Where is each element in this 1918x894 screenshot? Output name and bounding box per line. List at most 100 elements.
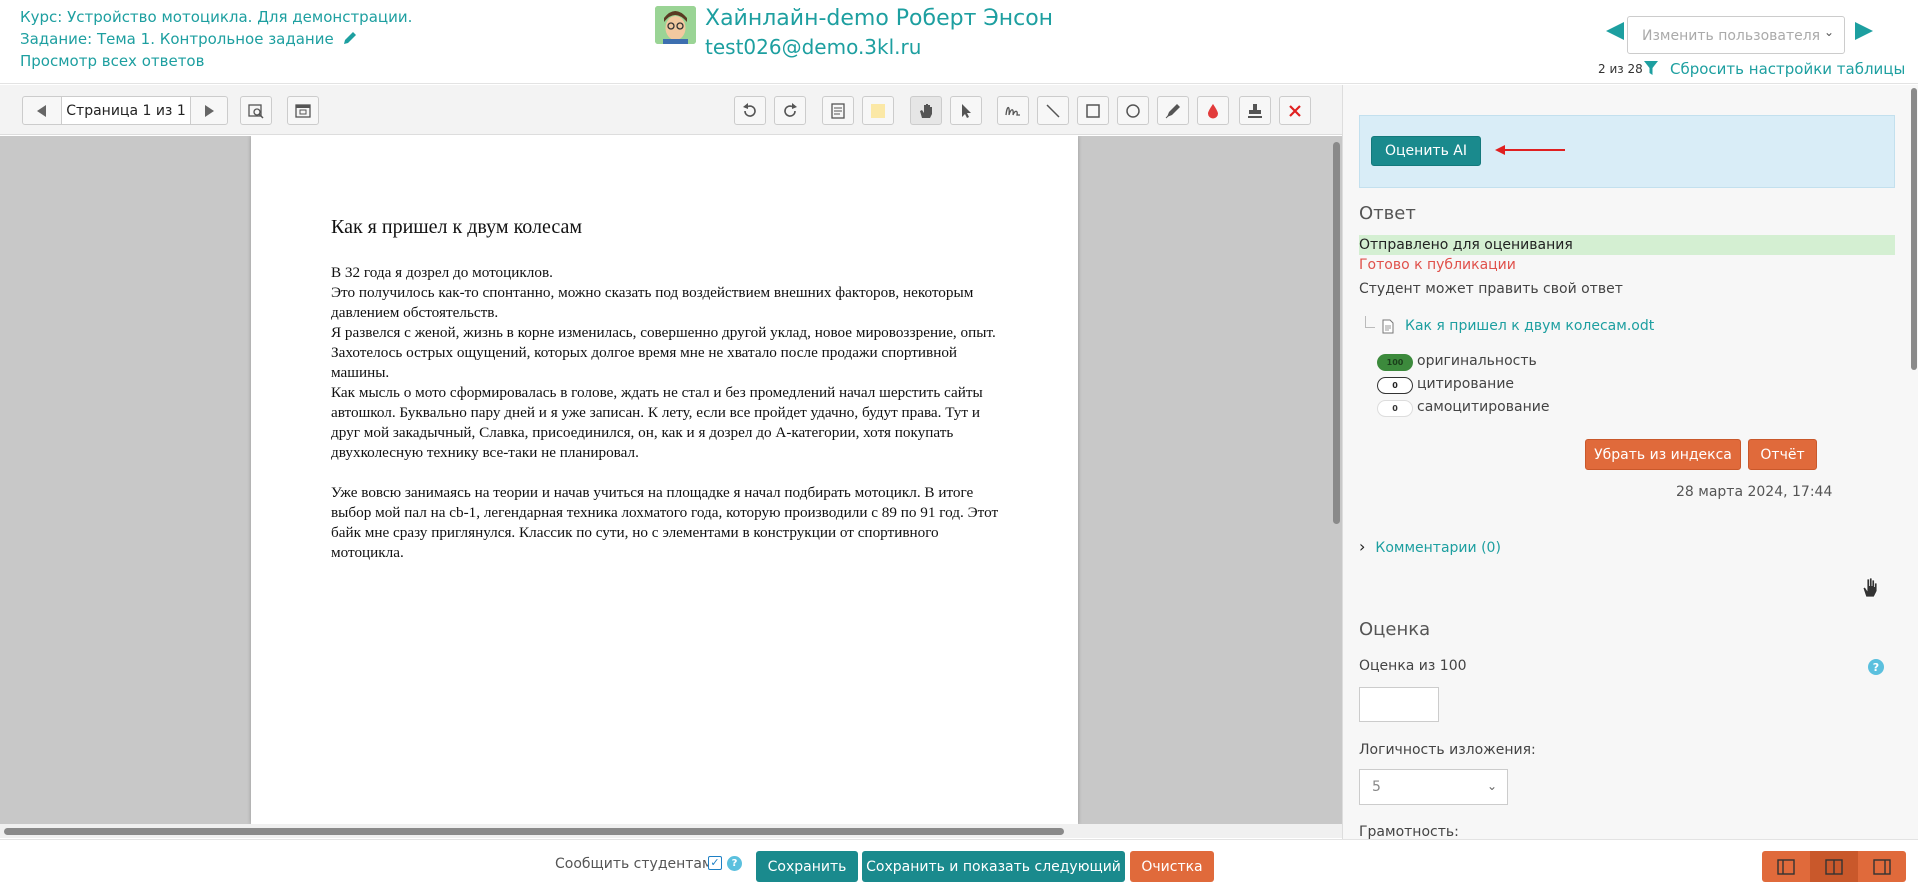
document-paragraph: Уже вовсю занимаясь на теории и начав уч… bbox=[331, 484, 999, 561]
line-tool-button[interactable] bbox=[1037, 96, 1069, 125]
panel-scrollbar[interactable] bbox=[1911, 88, 1917, 370]
line-icon bbox=[1046, 103, 1060, 118]
document-paragraph: В 32 года я дозрел до мотоциклов. bbox=[331, 264, 553, 281]
pencil-icon[interactable] bbox=[342, 30, 358, 46]
assignment-link[interactable]: Задание: Тема 1. Контрольное задание bbox=[20, 30, 358, 48]
rotate-left-icon bbox=[743, 102, 756, 117]
record-count: 2 из 28 bbox=[1598, 62, 1643, 76]
viewer-horizontal-scrollbar[interactable] bbox=[4, 828, 1064, 835]
next-page-button[interactable] bbox=[190, 96, 228, 125]
rotate-right-icon bbox=[784, 102, 797, 117]
color-fill-button[interactable] bbox=[1197, 96, 1229, 125]
triangle-right-icon bbox=[205, 104, 214, 117]
user-select[interactable]: Изменить пользователя ⌄ bbox=[1627, 16, 1845, 54]
report-button[interactable]: Отчёт bbox=[1748, 439, 1817, 470]
hand-icon bbox=[920, 103, 932, 118]
help-icon[interactable]: ? bbox=[727, 856, 742, 871]
remove-from-index-button[interactable]: Убрать из индекса bbox=[1585, 439, 1741, 470]
self-citation-label: самоцитирование bbox=[1417, 399, 1550, 415]
hand-cursor-icon bbox=[1862, 577, 1878, 598]
handwriting-icon bbox=[1005, 106, 1020, 116]
color-picker-button[interactable] bbox=[862, 96, 894, 125]
square-icon bbox=[1086, 103, 1100, 118]
answer-section-title: Ответ bbox=[1359, 203, 1416, 224]
pan-tool-button[interactable] bbox=[910, 96, 942, 125]
ai-assess-button[interactable]: Оценить AI bbox=[1371, 136, 1481, 166]
layout-right-button[interactable] bbox=[1858, 851, 1906, 882]
logic-select-value: 5 bbox=[1372, 779, 1381, 795]
citation-badge: 0 bbox=[1377, 377, 1413, 394]
clear-button[interactable]: Очистка bbox=[1130, 851, 1214, 882]
triangle-left-icon bbox=[37, 104, 46, 117]
course-link[interactable]: Курс: Устройство мотоцикла. Для демонстр… bbox=[20, 8, 412, 26]
document-body: В 32 года я дозрел до мотоциклов. Это по… bbox=[331, 263, 1011, 563]
grade-section-title: Оценка bbox=[1359, 619, 1431, 640]
save-button[interactable]: Сохранить bbox=[756, 851, 858, 882]
user-select-placeholder: Изменить пользователя bbox=[1642, 28, 1821, 44]
document-paragraph: Это получилось как-то спонтанно, можно с… bbox=[331, 284, 974, 321]
document-paragraph: Я развелся с женой, жизнь в корне измени… bbox=[331, 324, 996, 381]
highlight-text-button[interactable] bbox=[997, 96, 1029, 125]
tree-connector bbox=[1365, 316, 1375, 328]
answer-file-link[interactable]: Как я пришел к двум колесам.odt bbox=[1405, 318, 1654, 334]
status-ready-to-publish: Готово к публикации bbox=[1359, 257, 1516, 273]
viewer-vertical-scrollbar[interactable] bbox=[1333, 142, 1340, 524]
originality-label: оригинальность bbox=[1417, 353, 1537, 369]
reset-table-settings-link[interactable]: Сбросить настройки таблицы bbox=[1670, 60, 1905, 78]
previous-user-arrow-icon[interactable] bbox=[1606, 22, 1624, 40]
circle-icon bbox=[1126, 103, 1140, 118]
close-icon bbox=[1289, 104, 1301, 117]
expand-window-button[interactable] bbox=[287, 96, 319, 125]
ai-assessment-box: Оценить AI bbox=[1359, 115, 1895, 188]
window-icon bbox=[295, 103, 311, 118]
panel-split-icon bbox=[1825, 858, 1843, 875]
comments-toggle[interactable]: › Комментарии (0) bbox=[1359, 537, 1501, 556]
chevron-down-icon: ⌄ bbox=[1486, 779, 1497, 793]
rectangle-tool-button[interactable] bbox=[1077, 96, 1109, 125]
document-viewer[interactable]: Как я пришел к двум колесам В 32 года я … bbox=[0, 136, 1342, 824]
rotate-right-button[interactable] bbox=[774, 96, 806, 125]
next-user-arrow-icon[interactable] bbox=[1855, 22, 1873, 40]
search-comments-button[interactable] bbox=[240, 96, 272, 125]
annotation-toolbar: Страница 1 из 1 bbox=[0, 85, 1342, 135]
select-tool-button[interactable] bbox=[950, 96, 982, 125]
grade-label: Оценка из 100 bbox=[1359, 658, 1467, 674]
document-title: Как я пришел к двум колесам bbox=[331, 216, 583, 238]
comment-icon bbox=[831, 102, 845, 119]
layout-split-button[interactable] bbox=[1810, 851, 1858, 882]
prev-page-button[interactable] bbox=[22, 96, 62, 125]
pen-tool-button[interactable] bbox=[1157, 96, 1189, 125]
logic-label: Логичность изложения: bbox=[1359, 742, 1536, 758]
grade-input[interactable] bbox=[1359, 687, 1439, 722]
filter-icon[interactable] bbox=[1644, 61, 1658, 75]
layout-left-button[interactable] bbox=[1762, 851, 1810, 882]
save-and-next-button[interactable]: Сохранить и показать следующий bbox=[862, 851, 1125, 882]
status-submitted: Отправлено для оценивания bbox=[1359, 235, 1895, 255]
comment-button[interactable] bbox=[822, 96, 854, 125]
literacy-label: Грамотность: bbox=[1359, 824, 1459, 839]
stamp-tool-button[interactable] bbox=[1239, 96, 1271, 125]
logic-select[interactable]: 5 ⌄ bbox=[1359, 769, 1508, 805]
grading-panel: Оценить AI Ответ Отправлено для оцениван… bbox=[1342, 85, 1918, 839]
document-paragraph: Как мысль о мото сформировалась в голове… bbox=[331, 384, 983, 461]
view-all-answers-link[interactable]: Просмотр всех ответов bbox=[20, 52, 204, 70]
self-citation-badge: 0 bbox=[1377, 400, 1413, 417]
rotate-left-button[interactable] bbox=[734, 96, 766, 125]
assignment-label: Задание: Тема 1. Контрольное задание bbox=[20, 30, 334, 48]
red-arrow-icon bbox=[1495, 145, 1565, 155]
submission-date: 28 марта 2024, 17:44 bbox=[1676, 484, 1833, 500]
document-page[interactable]: Как я пришел к двум колесам В 32 года я … bbox=[251, 136, 1078, 824]
footer: Сообщить студентам ✓ ? Сохранить Сохрани… bbox=[0, 839, 1918, 894]
stamp-icon bbox=[1248, 103, 1262, 118]
citation-label: цитирование bbox=[1417, 376, 1515, 392]
status-student-can-edit: Студент может править свой ответ bbox=[1359, 281, 1623, 297]
document-file-icon bbox=[1382, 319, 1394, 334]
help-icon[interactable]: ? bbox=[1868, 659, 1884, 675]
clear-annotations-button[interactable] bbox=[1279, 96, 1311, 125]
chevron-right-icon: › bbox=[1359, 537, 1366, 556]
notify-students-checkbox[interactable]: ✓ bbox=[708, 856, 722, 870]
circle-tool-button[interactable] bbox=[1117, 96, 1149, 125]
page-indicator: Страница 1 из 1 bbox=[62, 96, 190, 125]
search-document-icon bbox=[248, 103, 264, 119]
user-name: Хайнлайн-demo Роберт Энсон bbox=[705, 6, 1054, 31]
